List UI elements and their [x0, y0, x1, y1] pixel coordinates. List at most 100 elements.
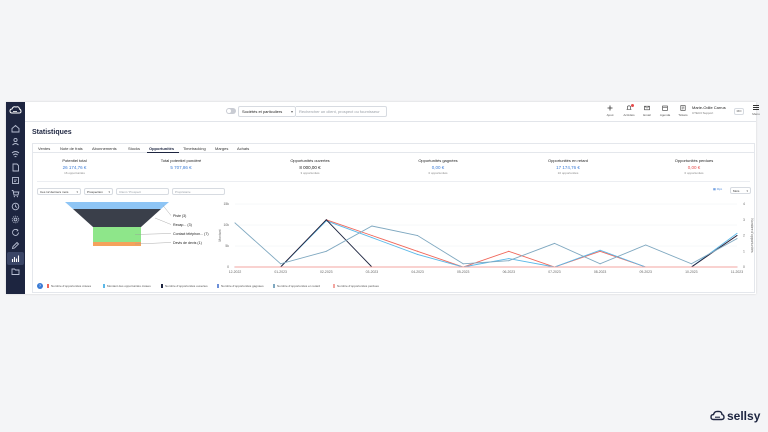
data-point — [280, 266, 282, 268]
folder-icon[interactable] — [11, 267, 20, 276]
timesheet-icon[interactable] — [11, 202, 20, 211]
x-tick-label: 02-2023 — [320, 270, 333, 274]
tab-stocks[interactable]: Stocks — [128, 146, 140, 151]
legend-label: Nombre d'opportunités perdues — [337, 284, 379, 288]
scope-toggle[interactable] — [226, 108, 236, 114]
series-line — [235, 219, 738, 268]
legend-label: Nombre d'opportunités ouvertes — [165, 284, 208, 288]
page-title: Statistiques — [32, 129, 72, 136]
granularity-select[interactable]: Mois ▾ — [730, 187, 751, 194]
menu-button[interactable]: Menu — [751, 105, 761, 116]
data-point — [599, 249, 601, 251]
chart-options-link[interactable]: ▦ Opt. — [713, 187, 722, 191]
options-label: Opt. — [716, 187, 723, 191]
tab-note-de-frais[interactable]: Note de frais — [60, 146, 83, 151]
avatar[interactable]: MO — [734, 108, 744, 115]
x-tick-label: 10-2023 — [685, 270, 698, 274]
sellsy-logo-icon[interactable] — [9, 105, 22, 116]
tab-opportunites[interactable]: Opportunités — [149, 146, 174, 151]
edit-icon[interactable] — [11, 241, 20, 250]
data-point — [325, 219, 327, 221]
tab-marges[interactable]: Marges — [215, 146, 228, 151]
notification-dot — [631, 104, 634, 107]
documents-icon[interactable] — [11, 163, 20, 172]
data-point — [417, 250, 419, 252]
owner-filter-placeholder: Propriétaire — [175, 190, 191, 194]
data-point — [508, 260, 510, 262]
data-point — [690, 263, 692, 265]
data-point — [417, 266, 419, 268]
statistics-icon[interactable] — [11, 254, 20, 263]
legend-item[interactable]: Nombre d'opportunités créées — [47, 284, 92, 289]
y2-tick-label: 0 — [743, 265, 745, 269]
legend-swatch — [217, 284, 219, 289]
legend-item[interactable]: Nombre d'opportunités perdues — [333, 284, 379, 289]
legend-item[interactable]: Nombre d'opportunités ouvertes — [161, 284, 208, 289]
contacts-icon[interactable] — [11, 137, 20, 146]
pipeline-icon[interactable] — [11, 150, 20, 159]
activities-button[interactable]: Activités — [621, 104, 637, 117]
add-button[interactable]: Ajout — [602, 105, 618, 117]
legend-item[interactable]: Nombre d'opportunités gagnées — [217, 284, 264, 289]
data-point — [736, 238, 738, 240]
kpi-subtitle: 0 opportunités — [428, 171, 448, 175]
top-bar: Sociétés et particuliers ▾ Rechercher un… — [25, 102, 760, 122]
active-tab-indicator — [147, 152, 179, 153]
cart-icon[interactable] — [11, 189, 20, 198]
data-point — [508, 250, 510, 252]
tab-timetracking[interactable]: Timetracking — [183, 146, 206, 151]
chevron-down-icon: ▾ — [746, 189, 748, 193]
invoices-icon[interactable] — [11, 176, 20, 185]
tab-achats[interactable]: Achats — [237, 146, 249, 151]
hamburger-icon — [753, 105, 759, 110]
agenda-label: Agenda — [659, 113, 671, 117]
kpi-opportunites-gagnees: Opportunités gagnées 0,00 € 0 opportunit… — [403, 158, 473, 175]
user-name: Marie-Odile Carrus — [692, 105, 726, 110]
client-filter-placeholder: Client / Prospect — [119, 190, 142, 194]
data-point — [417, 235, 419, 236]
sellsy-logo-icon — [710, 410, 725, 421]
funnel-stage-label: Recap... (3) — [173, 223, 192, 227]
ticket-icon — [680, 105, 686, 111]
data-point — [599, 250, 601, 252]
legend-swatch — [333, 284, 335, 289]
y2-axis-label: Nombre d'opportunités — [750, 218, 754, 253]
tab-ventes[interactable]: Ventes — [38, 146, 50, 151]
y-tick-label: 0 — [227, 265, 229, 269]
refresh-icon[interactable] — [11, 228, 20, 237]
home-icon[interactable] — [11, 124, 20, 133]
period-select[interactable]: Ces 12 derniers mois ▾ — [37, 188, 81, 195]
activities-label: Activités — [623, 113, 635, 117]
data-point — [371, 266, 373, 268]
legend-item[interactable]: Montant des opportunités créées — [103, 284, 151, 289]
y2-tick-label: 3 — [743, 218, 745, 222]
menu-label: Menu — [752, 112, 760, 116]
email-button[interactable]: Email — [639, 105, 655, 117]
legend-label: Nombre d'opportunités créées — [51, 284, 92, 288]
data-point — [234, 266, 236, 268]
agenda-button[interactable]: Agenda — [657, 105, 673, 117]
kpi-title: Opportunités ouvertes — [290, 158, 330, 163]
funnel-stage-label: Piste (3) — [173, 214, 186, 218]
data-point — [371, 225, 373, 227]
user-company: CTEC3 Support — [692, 111, 714, 115]
scope-select[interactable]: Sociétés et particuliers ▾ — [238, 106, 296, 117]
data-point — [690, 266, 692, 268]
kpi-title: Opportunités gagnées — [418, 158, 458, 163]
legend-item[interactable]: Nombre d'opportunités en retard — [273, 284, 320, 289]
tickets-button[interactable]: Tickets — [675, 105, 691, 117]
x-tick-label: 08-2023 — [594, 270, 607, 274]
settings-icon[interactable] — [11, 215, 20, 224]
pipeline-select[interactable]: Prospection ▾ — [84, 188, 113, 195]
data-point — [645, 244, 647, 246]
client-filter-input[interactable]: Client / Prospect — [116, 188, 169, 195]
data-point — [325, 250, 327, 252]
data-point — [736, 266, 738, 268]
owner-filter-input[interactable]: Propriétaire — [172, 188, 225, 195]
user-menu[interactable]: Marie-Odile Carrus CTEC3 Support — [692, 105, 736, 115]
kpi-title: Opportunités perdues — [674, 158, 714, 163]
search-input[interactable]: Rechercher un client, prospect ou fourni… — [296, 106, 387, 117]
help-icon[interactable]: ? — [37, 283, 43, 289]
kpi-title: Total potentiel pondéré — [160, 158, 202, 163]
tab-abonnements[interactable]: Abonnements — [92, 146, 117, 151]
